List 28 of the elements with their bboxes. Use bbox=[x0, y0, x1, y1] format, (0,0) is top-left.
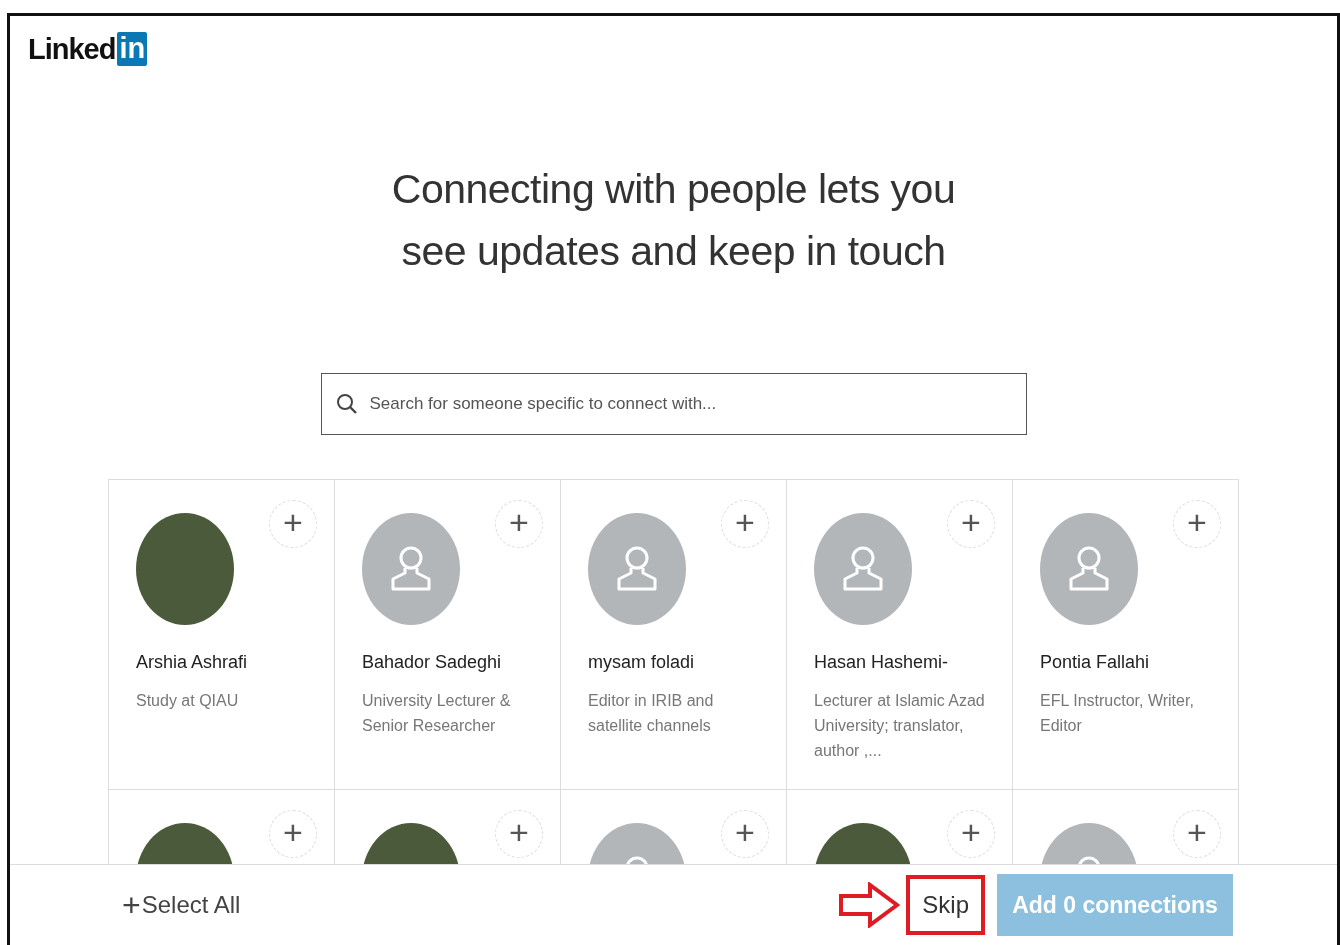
add-button[interactable]: + bbox=[269, 810, 317, 858]
pointer-arrow-icon bbox=[838, 882, 901, 928]
person-headline: Study at QIAU bbox=[136, 691, 240, 711]
add-button[interactable]: + bbox=[495, 500, 543, 548]
person-name: Hasan Hashemi- bbox=[814, 651, 950, 674]
headline: see updates and keep in touch bbox=[400, 227, 947, 276]
logo-badge: in bbox=[117, 32, 148, 66]
select-all-button[interactable]: +Select All bbox=[122, 881, 241, 929]
add-button[interactable]: + bbox=[269, 500, 317, 548]
person-headline: Lecturer at Islamic Azad University; translator, author ,... bbox=[814, 691, 986, 761]
add-button[interactable]: + bbox=[721, 810, 769, 858]
add-button[interactable]: + bbox=[495, 810, 543, 858]
person-name: Arshia Ashrafi bbox=[136, 651, 249, 674]
person-name: Pontia Fallahi bbox=[1040, 651, 1151, 674]
add-button[interactable]: + bbox=[1173, 810, 1221, 858]
person-name: mysam foladi bbox=[588, 651, 696, 674]
person-headline: Editor in IRIB and satellite channels bbox=[588, 691, 715, 736]
person-headline: University Lecturer & Senior Researcher bbox=[362, 691, 512, 736]
person-headline: EFL Instructor, Writer, Editor bbox=[1040, 691, 1195, 736]
logo-wordmark: Linked bbox=[28, 34, 116, 64]
add-button[interactable]: + bbox=[721, 500, 769, 548]
search-field[interactable]: Search for someone specific to connect with... bbox=[320, 373, 1027, 435]
person-name: Bahador Sadeghi bbox=[362, 651, 503, 674]
add-button[interactable]: + bbox=[947, 500, 995, 548]
add-button[interactable]: + bbox=[1173, 500, 1221, 548]
skip-button[interactable]: Skip bbox=[918, 881, 973, 929]
add-button[interactable]: + bbox=[947, 810, 995, 858]
headline: Connecting with people lets you bbox=[390, 165, 957, 214]
